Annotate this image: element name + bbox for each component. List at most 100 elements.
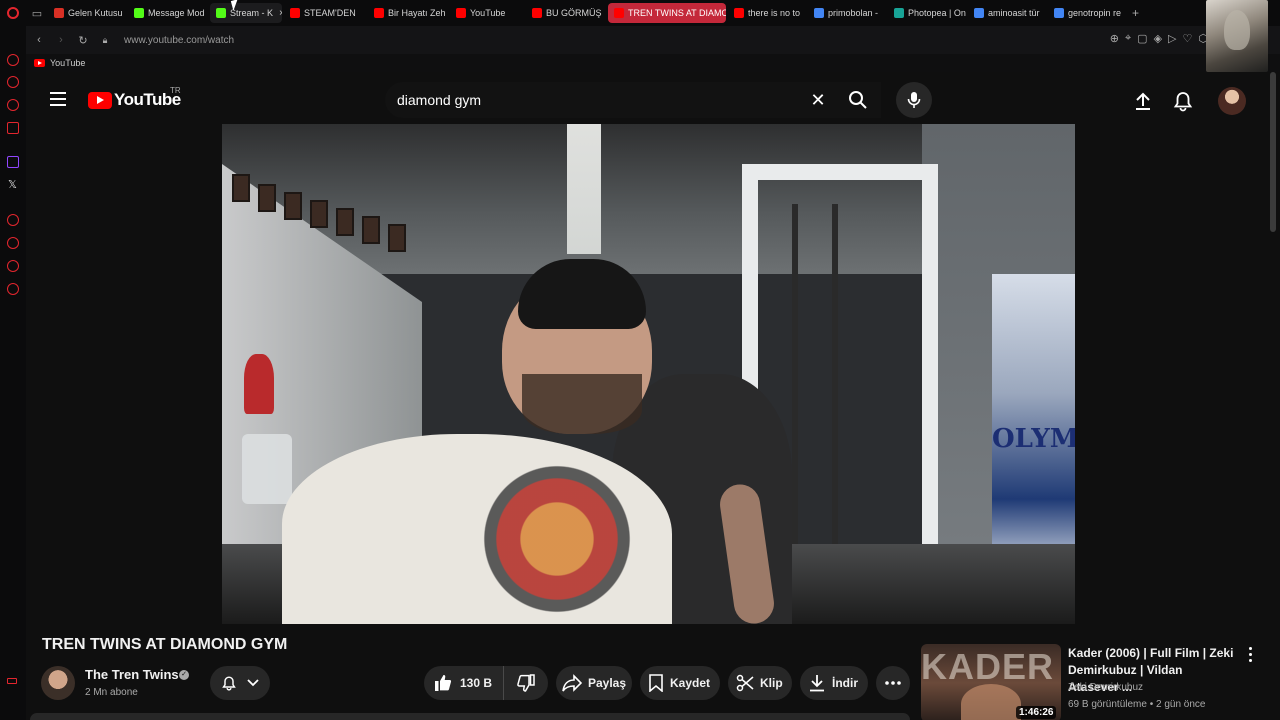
sidebar-app-icon[interactable] (7, 122, 19, 134)
history-icon[interactable] (7, 237, 19, 249)
video-title: TREN TWINS AT DIAMOND GYM (42, 636, 288, 653)
recommendation-channel[interactable]: Zeki Demirkubuz (1068, 682, 1143, 693)
like-button[interactable]: 130 B (424, 666, 504, 700)
extensions-icon[interactable] (7, 260, 19, 272)
menu-icon[interactable] (50, 92, 66, 106)
browser-tab[interactable]: aminoasit tür (968, 3, 1046, 23)
video-duration: 1:46:26 (1016, 706, 1057, 719)
zoom-icon[interactable]: ⊕ (1110, 32, 1119, 45)
browser-tab[interactable]: genotropin re (1048, 3, 1126, 23)
search-query: diamond gym (397, 92, 482, 108)
download-icon (810, 675, 824, 692)
sidebar-app-icon[interactable] (7, 54, 19, 66)
browser-tab[interactable]: Gelen Kutusu (48, 3, 126, 23)
video-frame (242, 434, 292, 504)
new-tab-button[interactable]: + (1132, 6, 1139, 20)
browser-tab[interactable]: Message Mod (128, 3, 208, 23)
tab-favicon-icon (974, 8, 984, 18)
subscription-bell-button[interactable] (210, 666, 270, 700)
browser-tab[interactable]: Stream - K × (210, 3, 282, 23)
clear-search-icon[interactable]: ✕ (809, 91, 827, 109)
more-vertical-icon[interactable] (1244, 645, 1256, 663)
tab-favicon-icon (216, 8, 226, 18)
video-player[interactable]: OLYM (222, 124, 1075, 624)
address-bar: ‹ › ↻ 🔒︎ www.youtube.com/watch ⊕ ⌖ ▢ ◈ ▷… (26, 26, 1280, 54)
tab-label: Photopea | On (908, 8, 966, 18)
tab-label: primobolan - (828, 8, 879, 18)
browser-tab[interactable]: there is no to (728, 3, 806, 23)
channel-avatar[interactable] (41, 666, 75, 700)
tab-label: BU GÖRMÜŞ (546, 8, 602, 18)
tab-label: aminoasit tür (988, 8, 1040, 18)
opera-logo-icon[interactable] (0, 0, 26, 26)
bookmark-icon (649, 674, 663, 692)
address-bar-actions: ⊕ ⌖ ▢ ◈ ▷ ♡ ⬡ (1110, 32, 1208, 45)
browser-tab[interactable]: Photopea | On (888, 3, 966, 23)
like-count: 130 B (460, 676, 493, 690)
channel-name[interactable]: The Tren Twins (85, 667, 179, 682)
browser-tab[interactable]: Bir Hayatı Zeh (368, 3, 448, 23)
more-actions-button[interactable] (876, 666, 910, 700)
heart-icon[interactable]: ♡ (1183, 32, 1193, 45)
sidebar-app-icon[interactable] (7, 678, 17, 684)
back-icon[interactable]: ‹ (30, 34, 48, 46)
browser-tab[interactable]: BU GÖRMÜŞ (526, 3, 606, 23)
bookmarks-bar: YouTube (26, 54, 1280, 72)
download-button[interactable]: İndir (800, 666, 868, 700)
bookmark-youtube[interactable]: YouTube (50, 58, 85, 68)
user-avatar[interactable] (1218, 87, 1246, 115)
tab-favicon-icon (614, 8, 624, 18)
youtube-logo[interactable]: YouTube (88, 90, 181, 110)
twitch-icon[interactable] (7, 156, 19, 168)
thumbs-up-icon (435, 675, 452, 691)
share-button[interactable]: Paylaş (556, 666, 632, 700)
bell-icon (222, 676, 236, 691)
tab-label: TREN TWINS AT DIAMO (628, 8, 726, 18)
search-input[interactable]: diamond gym (385, 82, 881, 118)
search-icon (849, 91, 867, 109)
tab-label: genotropin re (1068, 8, 1122, 18)
clip-button[interactable]: Klip (728, 666, 792, 700)
browser-tab[interactable]: STEAM'DEN (284, 3, 366, 23)
browser-sidebar: 𝕏 (0, 26, 26, 720)
thumbnail-image (961, 684, 1021, 720)
tab-favicon-icon (54, 8, 64, 18)
shield-icon[interactable]: ◈ (1154, 32, 1162, 45)
sidebar-app-icon[interactable] (7, 99, 19, 111)
settings-icon[interactable] (7, 283, 19, 295)
sidebar-app-icon[interactable] (7, 76, 19, 88)
url-field[interactable]: www.youtube.com/watch (124, 35, 234, 46)
reload-icon[interactable]: ↻ (74, 34, 92, 47)
tab-favicon-icon (134, 8, 144, 18)
play-icon[interactable]: ▷ (1168, 32, 1176, 45)
tab-label: Gelen Kutusu (68, 8, 123, 18)
like-dislike-group: 130 B (424, 666, 548, 700)
notifications-button[interactable] (1172, 90, 1194, 112)
thumbnail-text: KADER (921, 646, 1055, 687)
lock-icon: 🔒︎ (102, 34, 108, 45)
bell-icon (1173, 92, 1193, 112)
profile-picture[interactable] (1206, 0, 1268, 72)
screen: ▭ Gelen Kutusu Message Mod Stream - K × STEA… (0, 0, 1280, 720)
upload-button[interactable] (1132, 90, 1154, 112)
clip-label: Klip (760, 676, 783, 690)
video-frame (567, 124, 601, 254)
browser-tab[interactable]: primobolan - (808, 3, 886, 23)
browser-tab[interactable]: TREN TWINS AT DIAMO (608, 3, 726, 23)
snapshot-icon[interactable]: ▢ (1137, 32, 1147, 45)
tab-close-icon[interactable]: × (279, 8, 282, 19)
browser-tab[interactable]: YouTube (450, 3, 524, 23)
page-scrollbar[interactable] (1270, 72, 1276, 232)
x-icon[interactable]: 𝕏 (8, 178, 17, 191)
tab-overview-icon[interactable]: ▭ (26, 3, 48, 23)
forward-icon[interactable]: › (52, 34, 70, 46)
search-button[interactable] (843, 82, 873, 118)
description-box[interactable] (30, 713, 910, 720)
sidebar-app-icon[interactable] (7, 214, 19, 226)
dislike-button[interactable] (504, 666, 548, 700)
voice-search-button[interactable] (896, 82, 932, 118)
pin-icon[interactable]: ⌖ (1125, 32, 1131, 45)
save-button[interactable]: Kaydet (640, 666, 720, 700)
video-poster-text: OLYM (992, 424, 1075, 454)
tab-favicon-icon (894, 8, 904, 18)
